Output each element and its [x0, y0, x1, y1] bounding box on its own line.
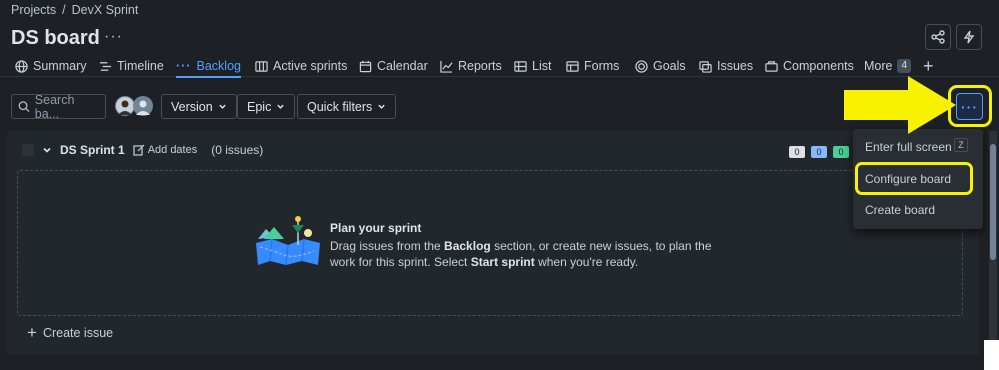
board-icon — [255, 60, 268, 72]
tab-reports[interactable]: Reports — [440, 55, 502, 77]
page-title: DS board — [11, 27, 100, 49]
tab-active-sprints[interactable]: Active sprints — [255, 55, 347, 77]
tab-label: Active sprints — [273, 59, 348, 73]
breadcrumb-projects[interactable]: Projects — [11, 3, 56, 17]
version-filter-label: Version — [171, 99, 213, 114]
version-filter[interactable]: Version — [161, 94, 237, 119]
status-done-count: 0 — [833, 146, 849, 158]
tab-backlog[interactable]: ··· Backlog — [176, 55, 241, 78]
arrow-annotation-icon — [844, 76, 956, 134]
create-issue-label: Create issue — [42, 326, 114, 340]
menu-item-fullscreen[interactable]: Enter full screen — [865, 140, 952, 154]
edit-icon — [133, 144, 145, 156]
map-illustration-icon — [256, 216, 320, 266]
tab-label: Issues — [717, 59, 754, 73]
plan-sprint-description: Drag issues from the Backlog section, or… — [330, 239, 712, 269]
globe-icon — [15, 59, 28, 73]
target-icon — [635, 59, 648, 73]
backlog-icon: ··· — [176, 59, 192, 73]
plus-icon: + — [27, 323, 37, 342]
avatar-user-2[interactable] — [133, 96, 153, 116]
sprint-name: DS Sprint 1 — [60, 143, 125, 157]
form-icon — [566, 60, 579, 72]
tab-label: Components — [783, 59, 854, 73]
search-input: Search ba... — [34, 92, 75, 121]
tab-label: Calendar — [377, 59, 428, 73]
tab-label: Summary — [33, 59, 87, 73]
tab-label: List — [532, 59, 552, 73]
search-icon — [18, 101, 30, 113]
create-issue-button[interactable]: + Create issue — [27, 323, 114, 342]
shortcut-badge: Z — [954, 138, 968, 152]
tab-label: More — [864, 59, 893, 73]
tab-label: Timeline — [117, 59, 164, 73]
tab-issues[interactable]: Issues — [699, 55, 753, 77]
scrollbar-thumb[interactable] — [990, 144, 996, 260]
title-more-icon[interactable]: ··· — [104, 28, 123, 46]
epic-filter[interactable]: Epic — [237, 94, 296, 119]
person-icon — [136, 100, 150, 115]
tab-calendar[interactable]: Calendar — [359, 55, 428, 77]
breadcrumb-separator: / — [62, 3, 66, 17]
highlight-ring-configure — [855, 162, 973, 195]
chevron-down-icon — [277, 104, 285, 109]
timeline-icon — [99, 61, 112, 71]
chart-icon — [440, 60, 453, 73]
person-icon — [118, 100, 132, 115]
more-count-badge: 4 — [897, 59, 912, 73]
chevron-down-icon[interactable] — [42, 145, 52, 155]
tab-label: Reports — [458, 59, 502, 73]
chevron-down-icon — [378, 104, 386, 109]
tab-components[interactable]: Components — [765, 55, 854, 77]
breadcrumb-project[interactable]: DevX Sprint — [72, 3, 139, 17]
status-todo-count: 0 — [789, 146, 805, 158]
window-corner — [984, 340, 999, 370]
search-field[interactable]: Search ba... — [11, 92, 106, 121]
avatar-user-1[interactable] — [115, 96, 135, 116]
quick-filters-label: Quick filters — [307, 99, 373, 114]
tab-forms[interactable]: Forms — [566, 55, 619, 77]
quick-filters[interactable]: Quick filters — [297, 94, 397, 119]
automation-button[interactable] — [956, 24, 982, 50]
status-inprogress-count: 0 — [811, 146, 827, 158]
tab-summary[interactable]: Summary — [15, 55, 86, 77]
tab-timeline[interactable]: Timeline — [99, 55, 164, 77]
add-dates-label: Add dates — [147, 144, 198, 156]
share-button[interactable] — [925, 24, 951, 50]
tab-list[interactable]: List — [514, 55, 551, 77]
plan-sprint-title: Plan your sprint — [330, 221, 422, 235]
issues-icon — [699, 60, 712, 73]
add-dates-link[interactable]: Add dates — [133, 144, 198, 156]
tab-label: Forms — [584, 59, 620, 73]
component-icon — [765, 60, 778, 72]
list-icon — [514, 60, 527, 72]
sprint-checkbox[interactable] — [22, 144, 34, 156]
share-icon — [931, 30, 945, 44]
tab-label: Goals — [653, 59, 686, 73]
tab-goals[interactable]: Goals — [635, 55, 686, 77]
chevron-down-icon — [218, 104, 226, 109]
more-actions-button[interactable]: ··· — [956, 93, 983, 120]
menu-item-create-board[interactable]: Create board — [865, 203, 935, 217]
lightning-icon — [963, 30, 975, 44]
tab-label: Backlog — [196, 59, 241, 73]
calendar-icon — [359, 60, 372, 72]
issue-count: (0 issues) — [211, 143, 264, 157]
epic-filter-label: Epic — [247, 99, 272, 114]
more-horizontal-icon: ··· — [961, 98, 978, 115]
sprint-header: DS Sprint 1 Add dates (0 issues) — [22, 143, 263, 157]
breadcrumb: Projects / DevX Sprint — [11, 3, 138, 17]
